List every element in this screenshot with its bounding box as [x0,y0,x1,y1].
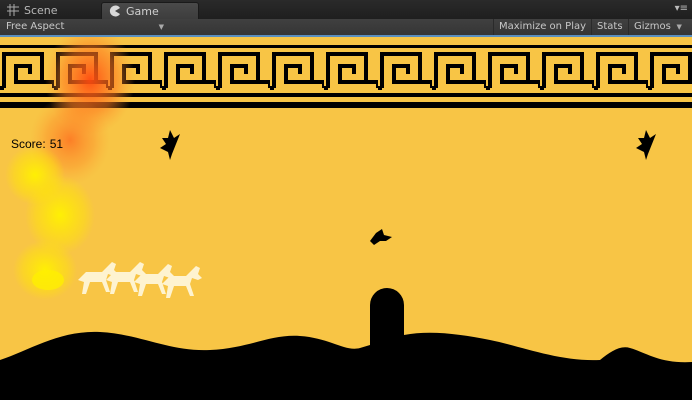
tab-scene[interactable]: Scene [0,2,96,19]
maximize-on-play-toggle[interactable]: Maximize on Play [493,19,591,35]
game-toolbar: Free Aspect ▼ Maximize on Play Stats Giz… [0,19,692,36]
editor-tab-bar: Scene Game ▾≡ [0,0,692,19]
bird-enemy [370,229,392,245]
score-label: Score: [11,137,46,151]
stats-label: Stats [597,21,623,32]
score-display: Score: 51 [11,137,67,151]
chevron-down-icon: ▼ [158,23,164,31]
terrain-silhouette [0,288,692,400]
gizmos-label: Gizmos [634,21,671,32]
pacman-icon [109,5,120,17]
chevron-down-icon: ▼ [676,23,682,31]
maximize-label: Maximize on Play [499,21,587,32]
game-viewport[interactable]: Score: 51 [0,37,692,400]
bird-enemy [160,130,180,160]
panel-menu-icon[interactable]: ▾≡ [675,4,688,14]
bird-enemy [636,130,656,160]
tab-scene-label: Scene [24,4,58,17]
score-value: 51 [49,137,64,151]
grid-icon [7,4,19,16]
gizmos-dropdown[interactable]: Gizmos ▼ [628,19,685,35]
aspect-dropdown[interactable]: Free Aspect ▼ [6,19,166,35]
aspect-label: Free Aspect [6,21,65,32]
stats-toggle[interactable]: Stats [591,19,628,35]
tab-game[interactable]: Game [101,2,199,19]
tab-game-label: Game [126,5,159,18]
unity-game-window: Scene Game ▾≡ Free Aspect ▼ Maximize on … [0,0,692,400]
game-scene [0,37,692,400]
